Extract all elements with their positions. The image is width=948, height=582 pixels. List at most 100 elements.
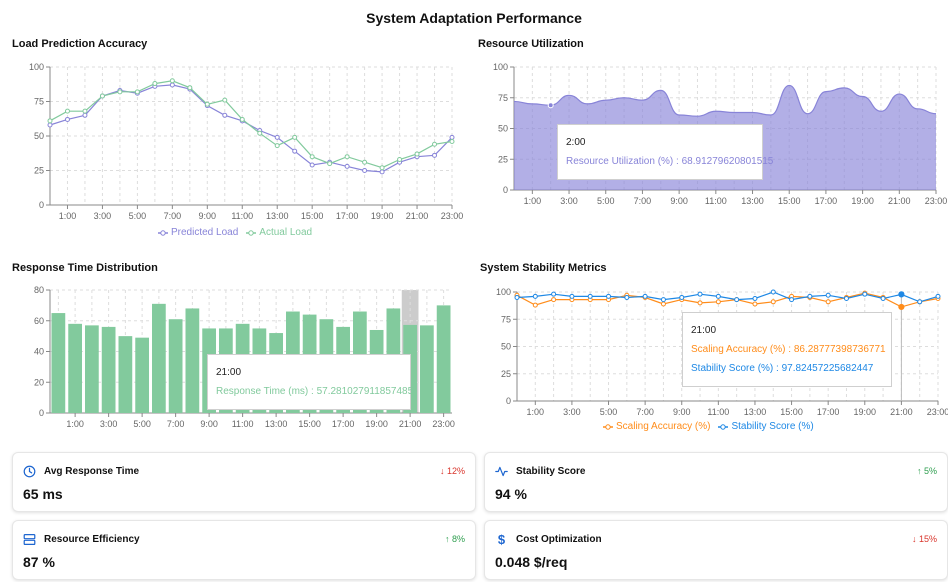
resource-tooltip-series: Resource Utilization (%) bbox=[566, 156, 674, 167]
x-tick-label: 23:00 bbox=[925, 196, 948, 206]
x-tick-label: 7:00 bbox=[634, 196, 652, 206]
x-tick-label: 19:00 bbox=[371, 211, 394, 221]
card-value: 94 % bbox=[495, 486, 527, 502]
x-tick-label: 7:00 bbox=[167, 419, 185, 429]
x-tick-label: 1:00 bbox=[524, 196, 542, 206]
series-line-0 bbox=[49, 84, 453, 173]
bar bbox=[420, 325, 434, 413]
legend-item-predicted[interactable]: Predicted Load bbox=[158, 227, 238, 238]
data-point bbox=[362, 168, 368, 173]
legend-item-actual[interactable]: Actual Load bbox=[246, 227, 312, 238]
response-tooltip-value: 57.281027911857485 bbox=[316, 386, 414, 397]
data-point bbox=[880, 296, 886, 302]
data-point bbox=[715, 293, 721, 299]
load-legend: Predicted Load Actual Load bbox=[158, 227, 312, 238]
resource-tooltip-category: 2:00 bbox=[566, 137, 586, 148]
data-point bbox=[532, 302, 538, 308]
data-point bbox=[344, 163, 350, 169]
data-point bbox=[917, 299, 923, 305]
bar bbox=[118, 336, 133, 413]
data-point bbox=[569, 293, 575, 299]
data-point bbox=[807, 293, 813, 299]
x-tick-label: 5:00 bbox=[133, 419, 151, 429]
data-point bbox=[551, 297, 557, 303]
bar bbox=[101, 326, 116, 413]
page-title: System Adaptation Performance bbox=[366, 10, 582, 26]
bar bbox=[51, 313, 66, 413]
legend-item-scaling[interactable]: Scaling Accuracy (%) bbox=[603, 421, 710, 432]
x-tick-label: 23:00 bbox=[927, 407, 948, 417]
x-tick-label: 11:00 bbox=[707, 407, 729, 417]
x-tick-label: 3:00 bbox=[94, 211, 112, 221]
active-point bbox=[547, 102, 554, 109]
x-tick-label: 19:00 bbox=[365, 419, 388, 429]
data-point bbox=[935, 293, 941, 299]
response-tooltip-category: 21:00 bbox=[216, 367, 242, 378]
data-point bbox=[770, 299, 776, 305]
card-change: ↓ 15% bbox=[911, 534, 937, 544]
card-change: ↑ 5% bbox=[916, 466, 937, 476]
bar bbox=[436, 305, 451, 413]
stability-tooltip-category: 21:00 bbox=[691, 325, 717, 336]
card-value: 65 ms bbox=[23, 486, 63, 502]
y-tick-label: 40 bbox=[34, 347, 44, 357]
data-point bbox=[898, 291, 905, 298]
y-tick-label: 60 bbox=[34, 316, 44, 326]
x-tick-label: 21:00 bbox=[890, 407, 913, 417]
card-label: Resource Efficiency bbox=[44, 534, 140, 545]
data-point bbox=[169, 82, 175, 88]
x-tick-label: 15:00 bbox=[298, 419, 321, 429]
data-point bbox=[274, 143, 280, 149]
data-point bbox=[449, 134, 455, 140]
x-tick-label: 9:00 bbox=[200, 419, 218, 429]
card-change: ↓ 12% bbox=[439, 466, 465, 476]
server-icon bbox=[23, 534, 36, 545]
data-point bbox=[204, 101, 210, 107]
data-point bbox=[624, 294, 630, 300]
x-tick-label: 9:00 bbox=[670, 196, 688, 206]
x-tick-label: 17:00 bbox=[817, 407, 840, 417]
card-label: Stability Score bbox=[516, 466, 586, 477]
stability-legend: Scaling Accuracy (%) Stability Score (%) bbox=[603, 421, 814, 432]
bar bbox=[135, 337, 149, 413]
data-point bbox=[449, 139, 455, 145]
data-point bbox=[734, 297, 740, 303]
x-tick-label: 17:00 bbox=[815, 196, 838, 206]
y-tick-label: 25 bbox=[501, 369, 511, 379]
x-tick-label: 5:00 bbox=[597, 196, 615, 206]
data-point bbox=[64, 116, 70, 122]
data-point bbox=[825, 292, 831, 298]
data-point bbox=[222, 112, 228, 118]
data-point bbox=[770, 289, 776, 295]
y-tick-label: 100 bbox=[496, 287, 511, 297]
data-point bbox=[362, 159, 368, 165]
data-point bbox=[752, 301, 758, 307]
legend-label-predicted: Predicted Load bbox=[171, 227, 239, 238]
data-point bbox=[697, 300, 703, 306]
y-tick-label: 75 bbox=[34, 97, 44, 107]
data-point bbox=[309, 154, 315, 160]
x-tick-label: 15:00 bbox=[778, 196, 801, 206]
y-tick-label: 75 bbox=[498, 93, 508, 103]
data-point bbox=[309, 162, 315, 168]
y-tick-label: 75 bbox=[501, 314, 511, 324]
x-tick-label: 3:00 bbox=[100, 419, 118, 429]
activity-icon bbox=[495, 466, 508, 477]
data-point bbox=[64, 108, 70, 114]
data-point bbox=[47, 122, 53, 128]
data-point bbox=[679, 294, 685, 300]
x-tick-label: 15:00 bbox=[301, 211, 324, 221]
data-point bbox=[587, 293, 593, 299]
series-line-1 bbox=[49, 80, 453, 169]
card-label: Cost Optimization bbox=[516, 534, 602, 545]
y-tick-label: 0 bbox=[39, 408, 44, 418]
data-point bbox=[239, 116, 245, 122]
data-point bbox=[432, 141, 438, 147]
data-point bbox=[99, 93, 105, 99]
x-tick-label: 1:00 bbox=[527, 407, 545, 417]
legend-item-stability[interactable]: Stability Score (%) bbox=[718, 421, 814, 432]
card-stability-score: Stability Score 94 % ↑ 5% bbox=[484, 452, 948, 512]
data-point bbox=[292, 148, 298, 154]
bar bbox=[152, 303, 166, 413]
response-chart-title: Response Time Distribution bbox=[12, 262, 158, 274]
